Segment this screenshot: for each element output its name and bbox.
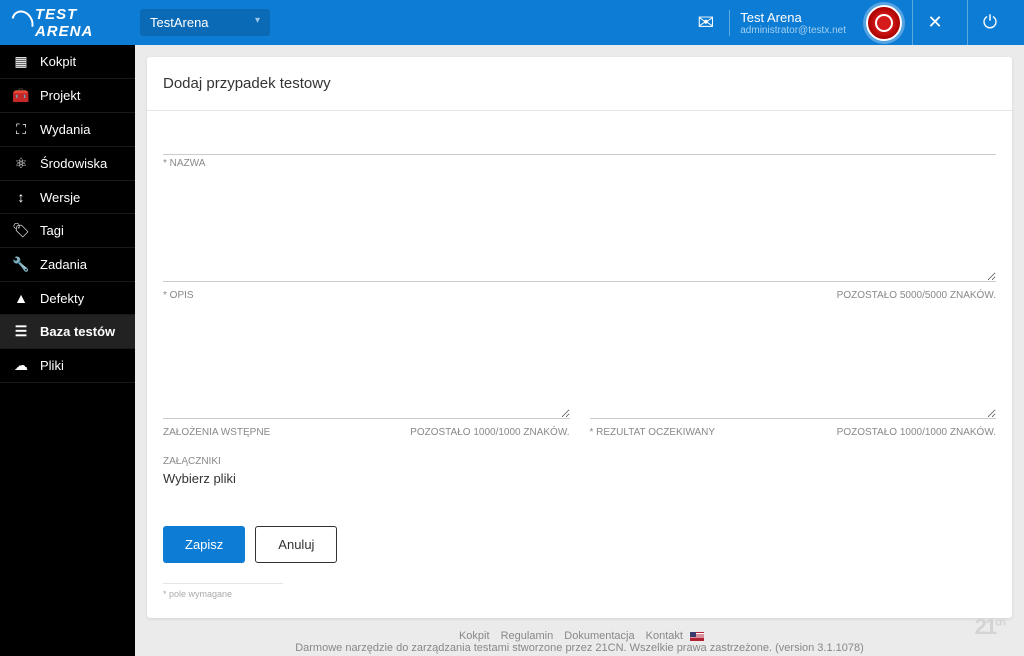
project-selected-label: TestArena <box>150 15 209 30</box>
logo[interactable]: TEST ARENA <box>12 8 120 38</box>
preconditions-label: ZAŁOŻENIA WSTĘPNE <box>163 427 270 438</box>
sidebar-item-label: Zadania <box>40 257 87 272</box>
footer-link-kokpit[interactable]: Kokpit <box>459 630 490 642</box>
footer-brand: 21cn <box>975 614 1004 640</box>
sidebar-item-label: Wydania <box>40 122 90 137</box>
header: TEST ARENA TestArena ✉ Test Arena admini… <box>0 0 1024 45</box>
sidebar-item-label: Baza testów <box>40 324 115 339</box>
sidebar-item-kokpit[interactable]: ▦ Kokpit <box>0 45 135 79</box>
avatar[interactable] <box>866 5 902 41</box>
sidebar-item-projekt[interactable]: 🧰 Projekt <box>0 79 135 113</box>
sidebar-item-label: Pliki <box>40 358 64 373</box>
sidebar-item-label: Kokpit <box>40 54 76 69</box>
save-button[interactable]: Zapisz <box>163 526 245 563</box>
versions-icon: ↕ <box>12 189 30 205</box>
test-base-icon: ☰ <box>12 323 30 340</box>
description-counter: POZOSTAŁO 5000/5000 ZNAKÓW. <box>837 290 996 301</box>
sidebar: ▦ Kokpit 🧰 Projekt ⛶ Wydania ⚛ Środowisk… <box>0 45 135 656</box>
project-select[interactable]: TestArena <box>140 9 270 36</box>
attachments-label: ZAŁĄCZNIKI <box>163 456 996 467</box>
flag-icon[interactable] <box>690 632 704 641</box>
sidebar-item-baza-testow[interactable]: ☰ Baza testów <box>0 315 135 349</box>
header-right: ✉ Test Arena administrator@testx.net ✕ ⏻ <box>697 0 1012 45</box>
mail-icon[interactable]: ✉ <box>697 10 714 35</box>
tools-icon: ✕ <box>927 12 942 33</box>
environments-icon: ⚛ <box>12 155 30 172</box>
sidebar-item-zadania[interactable]: 🔧 Zadania <box>0 248 135 282</box>
description-textarea[interactable] <box>163 187 996 282</box>
user-name: Test Arena <box>740 10 846 25</box>
expected-result-textarea[interactable] <box>590 319 997 419</box>
page-title: Dodaj przypadek testowy <box>147 57 1012 111</box>
choose-files-link[interactable]: Wybierz pliki <box>163 471 996 486</box>
sidebar-item-tagi[interactable]: 🏷 Tagi <box>0 214 135 248</box>
panel: Dodaj przypadek testowy * NAZWA * OPIS P… <box>147 57 1012 618</box>
user-info[interactable]: Test Arena administrator@testx.net <box>729 10 856 36</box>
logout-button[interactable]: ⏻ <box>967 0 1012 45</box>
releases-icon: ⛶ <box>12 121 30 138</box>
sidebar-item-wersje[interactable]: ↕ Wersje <box>0 181 135 214</box>
required-note: * pole wymagane <box>163 583 283 599</box>
logo-text: TEST ARENA <box>35 6 120 40</box>
name-input[interactable] <box>163 127 996 155</box>
preconditions-textarea[interactable] <box>163 319 570 419</box>
content: Dodaj przypadek testowy * NAZWA * OPIS P… <box>135 45 1024 656</box>
sidebar-item-srodowiska[interactable]: ⚛ Środowiska <box>0 147 135 181</box>
footer-link-dokumentacja[interactable]: Dokumentacja <box>564 630 634 642</box>
tags-icon: 🏷 <box>12 222 30 239</box>
description-label: * OPIS <box>163 290 194 301</box>
sidebar-item-label: Tagi <box>40 223 64 238</box>
defects-icon: ▲ <box>12 290 30 306</box>
sidebar-item-label: Wersje <box>40 190 80 205</box>
sidebar-item-defekty[interactable]: ▲ Defekty <box>0 282 135 315</box>
power-icon: ⏻ <box>983 12 997 33</box>
footer-link-regulamin[interactable]: Regulamin <box>501 630 554 642</box>
tasks-icon: 🔧 <box>12 256 30 273</box>
sidebar-item-label: Projekt <box>40 88 80 103</box>
name-label: * NAZWA <box>163 158 205 169</box>
user-email: administrator@testx.net <box>740 25 846 36</box>
expected-label: * REZULTAT OCZEKIWANY <box>590 427 716 438</box>
dashboard-icon: ▦ <box>12 53 30 70</box>
files-icon: ☁ <box>12 357 30 374</box>
sidebar-item-wydania[interactable]: ⛶ Wydania <box>0 113 135 147</box>
sidebar-item-label: Środowiska <box>40 156 107 171</box>
footer: Kokpit Regulamin Dokumentacja Kontakt Da… <box>147 618 1012 656</box>
expected-counter: POZOSTAŁO 1000/1000 ZNAKÓW. <box>837 427 996 438</box>
project-icon: 🧰 <box>12 87 30 104</box>
footer-copyright: Darmowe narzędzie do zarządzania testami… <box>159 642 1000 654</box>
sidebar-item-label: Defekty <box>40 291 84 306</box>
sidebar-item-pliki[interactable]: ☁ Pliki <box>0 349 135 383</box>
settings-button[interactable]: ✕ <box>912 0 957 45</box>
logo-swoosh-icon <box>7 6 38 38</box>
preconditions-counter: POZOSTAŁO 1000/1000 ZNAKÓW. <box>410 427 569 438</box>
cancel-button[interactable]: Anuluj <box>255 526 337 563</box>
footer-link-kontakt[interactable]: Kontakt <box>646 630 683 642</box>
